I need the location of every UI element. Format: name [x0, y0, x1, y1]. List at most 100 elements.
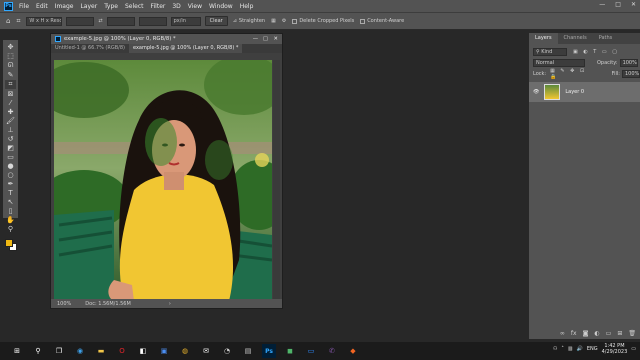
- edge-icon[interactable]: ◉: [73, 344, 87, 358]
- shape-tool-icon[interactable]: ▯: [5, 207, 16, 215]
- people-icon[interactable]: ⚇: [553, 346, 557, 352]
- menu-filter[interactable]: Filter: [151, 3, 166, 10]
- doc-minimize-icon[interactable]: —: [253, 36, 258, 42]
- viber-icon[interactable]: ✆: [325, 344, 339, 358]
- clone-stamp-icon[interactable]: ⊥: [5, 126, 16, 134]
- settings-gear-icon[interactable]: ⚙: [282, 18, 286, 24]
- layer-row[interactable]: 👁 Layer 0: [529, 82, 640, 102]
- marquee-tool-icon[interactable]: ⬚: [5, 52, 16, 60]
- units-select[interactable]: px/in: [170, 16, 201, 26]
- file-explorer-icon[interactable]: ▬: [94, 344, 108, 358]
- crop-tool-icon[interactable]: ⌗: [16, 17, 20, 26]
- menu-view[interactable]: View: [188, 3, 202, 10]
- new-layer-icon[interactable]: ⊞: [617, 330, 622, 337]
- blend-mode-select[interactable]: Normal: [533, 58, 585, 67]
- kind-filter-select[interactable]: ⚲ Kind: [533, 47, 567, 56]
- path-select-icon[interactable]: ↖: [5, 198, 16, 206]
- dodge-tool-icon[interactable]: ○: [5, 171, 16, 179]
- chrome-icon[interactable]: ◍: [178, 344, 192, 358]
- notification-icon[interactable]: ▭: [631, 346, 636, 352]
- clock[interactable]: 1:42 PM 4/29/2023: [602, 343, 628, 355]
- layer-name[interactable]: Layer 0: [565, 89, 584, 95]
- menu-layer[interactable]: Layer: [80, 3, 97, 10]
- type-tool-icon[interactable]: T: [5, 189, 16, 197]
- crop-ratio-select[interactable]: W x H x Resol...: [26, 16, 63, 26]
- link-layers-icon[interactable]: ∞: [560, 330, 565, 337]
- pen-tool-icon[interactable]: ✒: [5, 180, 16, 188]
- delete-cropped-checkbox[interactable]: [292, 18, 298, 24]
- adjustment-icon[interactable]: ◐: [594, 330, 599, 337]
- tab-channels[interactable]: Channels: [558, 33, 593, 44]
- crop-tool-icon-selected[interactable]: ⌗: [5, 80, 16, 89]
- opacity-field[interactable]: 100%: [619, 58, 638, 67]
- minimize-button[interactable]: —: [599, 1, 605, 8]
- menu-file[interactable]: File: [19, 3, 29, 10]
- zoom-level[interactable]: 100%: [57, 301, 71, 307]
- document-titlebar[interactable]: example-5.jpg @ 100% (Layer 0, RGB/8) * …: [51, 34, 282, 44]
- menu-help[interactable]: Help: [240, 3, 254, 10]
- blur-tool-icon[interactable]: ●: [5, 162, 16, 170]
- tool-app-icon[interactable]: ◆: [346, 344, 360, 358]
- resolution-field[interactable]: [138, 16, 167, 26]
- frame-tool-icon[interactable]: ⊠: [5, 90, 16, 98]
- doc-restore-icon[interactable]: □: [263, 36, 268, 42]
- mail-icon[interactable]: ✉: [199, 344, 213, 358]
- search-icon[interactable]: ⚲: [31, 344, 45, 358]
- straighten-button[interactable]: Straighten: [239, 18, 265, 24]
- eraser-tool-icon[interactable]: ◩: [5, 144, 16, 152]
- photoshop-taskbar-icon[interactable]: Ps: [262, 344, 276, 358]
- filter-icons[interactable]: ▣ ◐ T ▭ ▢: [573, 49, 619, 55]
- image-canvas[interactable]: [54, 60, 272, 301]
- fill-field[interactable]: 100%: [622, 69, 640, 78]
- quick-select-tool-icon[interactable]: ✎: [5, 71, 16, 79]
- media-icon[interactable]: ▣: [157, 344, 171, 358]
- healing-brush-icon[interactable]: ✚: [5, 108, 16, 116]
- menu-select[interactable]: Select: [125, 3, 144, 10]
- tab-example[interactable]: example-5.jpg @ 100% (Layer 0, RGB/8) *: [128, 44, 243, 53]
- menu-edit[interactable]: Edit: [36, 3, 48, 10]
- vertical-scrollbar[interactable]: [273, 60, 280, 301]
- mask-icon[interactable]: ◙: [583, 330, 589, 337]
- history-brush-icon[interactable]: ↺: [5, 135, 16, 143]
- menu-image[interactable]: Image: [55, 3, 74, 10]
- network-icon[interactable]: ▥: [568, 346, 573, 352]
- volume-icon[interactable]: 🔊: [577, 346, 583, 352]
- straighten-icon[interactable]: ⊿: [233, 18, 237, 24]
- overlay-grid-icon[interactable]: ▦: [271, 18, 276, 24]
- tab-layers[interactable]: Layers: [529, 33, 558, 44]
- hand-tool-icon[interactable]: ✋: [5, 216, 16, 224]
- tab-paths[interactable]: Paths: [593, 33, 619, 44]
- zoom-app-icon[interactable]: ▭: [304, 344, 318, 358]
- sticky-app-icon[interactable]: ▤: [241, 344, 255, 358]
- zoom-tool-icon[interactable]: ⚲: [5, 225, 16, 233]
- swap-icon[interactable]: ⇄: [98, 18, 102, 24]
- crop-height-field[interactable]: [106, 16, 135, 26]
- status-arrow-icon[interactable]: ›: [169, 301, 171, 307]
- eyedropper-tool-icon[interactable]: ⁄: [5, 99, 16, 107]
- opera-icon[interactable]: O: [115, 344, 129, 358]
- store-icon[interactable]: ◧: [136, 344, 150, 358]
- content-aware-checkbox[interactable]: [360, 18, 366, 24]
- camera-app-icon[interactable]: ◼: [283, 344, 297, 358]
- foreground-color-swatch[interactable]: [5, 239, 13, 247]
- crop-width-field[interactable]: [66, 16, 95, 26]
- visibility-eye-icon[interactable]: 👁: [533, 89, 539, 95]
- gradient-tool-icon[interactable]: ▭: [5, 153, 16, 161]
- close-button[interactable]: ✕: [631, 1, 636, 8]
- menu-3d[interactable]: 3D: [172, 3, 180, 10]
- clear-button[interactable]: Clear: [204, 16, 228, 26]
- home-icon[interactable]: ⌂: [6, 17, 10, 25]
- menu-window[interactable]: Window: [209, 3, 233, 10]
- app-icon[interactable]: ◔: [220, 344, 234, 358]
- task-view-icon[interactable]: ❐: [52, 344, 66, 358]
- menu-type[interactable]: Type: [104, 3, 118, 10]
- move-tool-icon[interactable]: ✥: [5, 43, 16, 51]
- group-icon[interactable]: ▭: [606, 330, 612, 337]
- fx-icon[interactable]: fx: [571, 330, 577, 337]
- chevron-up-icon[interactable]: ˄: [561, 346, 564, 352]
- doc-close-icon[interactable]: ✕: [274, 36, 278, 42]
- lock-icons[interactable]: ▦ ✎ ✥ ⊡ 🔒: [550, 68, 598, 80]
- trash-icon[interactable]: 🗑: [628, 330, 636, 337]
- brush-tool-icon[interactable]: 🖌: [5, 117, 16, 125]
- lasso-tool-icon[interactable]: ᘏ: [5, 61, 16, 70]
